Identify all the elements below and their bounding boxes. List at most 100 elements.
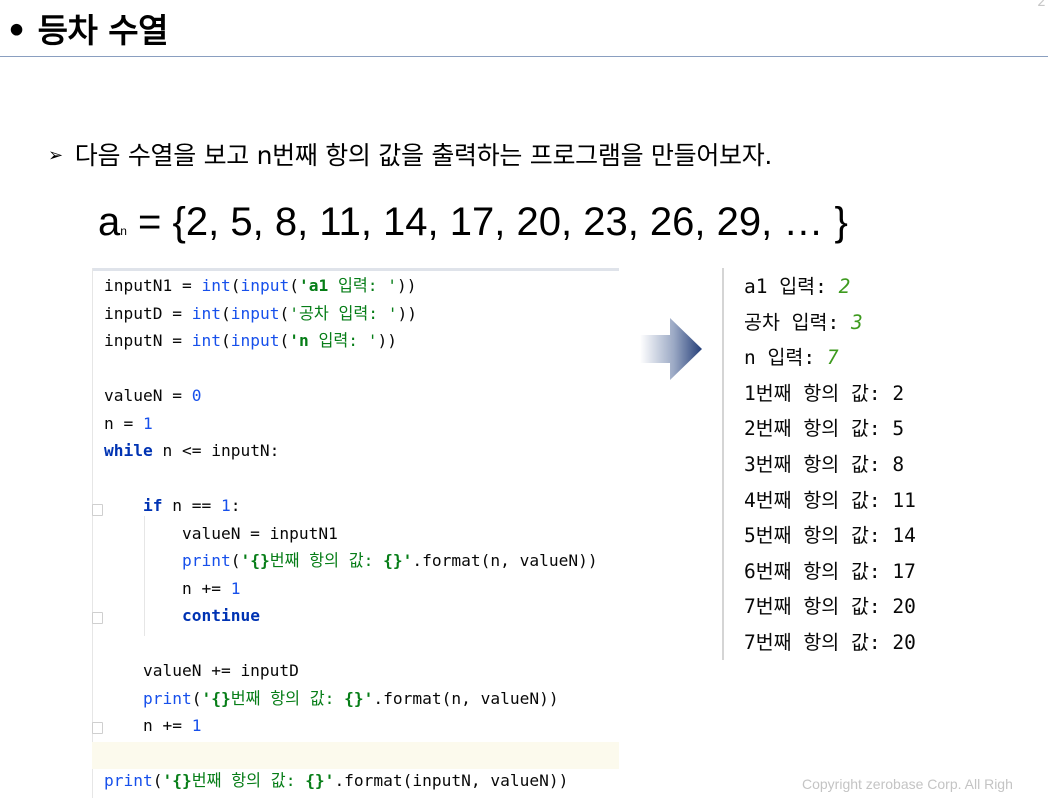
code-token: if (142, 496, 163, 515)
console-line: 공차 입력: 3 (744, 308, 863, 338)
code-token: 0 (191, 386, 202, 405)
code-line: n += 1 (104, 714, 202, 738)
code-token: valueN += inputD (104, 661, 299, 680)
code-line: print('{}번째 항의 값: {}'.format(n, valueN)) (104, 549, 598, 573)
code-token: )) (397, 303, 418, 323)
formula-base: a (98, 200, 121, 244)
code-token: .format(n, valueN)) (373, 688, 559, 708)
code-token: )) (377, 331, 397, 350)
code-line: inputN1 = int(input('a1 입력: ')) (104, 274, 416, 298)
code-token: 1 (220, 496, 231, 515)
code-token: input (230, 331, 280, 350)
fold-marker-icon[interactable] (92, 722, 103, 734)
code-line: while n <= inputN: (104, 439, 279, 463)
code-token: inputN = (104, 331, 192, 350)
code-token: 번째 항의 값: (191, 771, 306, 790)
title-divider (0, 56, 1048, 57)
code-token: while (104, 441, 153, 460)
console-prompt: 6번째 항의 값: 17 (744, 559, 916, 583)
console-prompt: 5번째 항의 값: 14 (744, 524, 916, 548)
right-arrow-icon (640, 318, 702, 380)
code-token: ( (230, 551, 241, 570)
console-line: 6번째 항의 값: 17 (744, 557, 916, 587)
console-prompt: 1번째 항의 값: 2 (744, 381, 905, 405)
console-prompt: a1 입력: (744, 275, 839, 298)
copyright-text: Copyright zerobase Corp. All Righ (802, 776, 1013, 792)
code-token: input (240, 276, 290, 295)
code-line: print('{}번째 항의 값: {}'.format(inputN, val… (104, 769, 568, 793)
code-token: ( (279, 303, 290, 323)
code-token: valueN = (104, 386, 192, 405)
code-token: print (181, 551, 231, 570)
console-prompt: 4번째 항의 값: 11 (744, 488, 916, 512)
code-line: n = 1 (104, 412, 153, 436)
code-token: ( (220, 303, 231, 323)
editor-top-border (92, 268, 619, 271)
console-line: 2번째 항의 값: 5 (744, 414, 904, 444)
fold-marker-icon[interactable] (92, 612, 103, 624)
code-line: continue (104, 604, 260, 628)
code-token: ( (289, 276, 299, 295)
code-token: n += (104, 716, 192, 735)
console-line: a1 입력: 2 (744, 272, 850, 302)
code-token: )) (396, 276, 417, 295)
code-token: input (230, 303, 280, 323)
code-token: 'n (289, 331, 309, 350)
code-editor[interactable]: inputN1 = int(input('a1 입력: ')) inputD = … (92, 268, 619, 798)
code-line: n += 1 (104, 577, 241, 601)
console-line: 4번째 항의 값: 11 (744, 486, 916, 516)
code-token: valueN = inputN1 (104, 523, 338, 543)
bullet-instruction: ➢ 다음 수열을 보고 n번째 항의 값을 출력하는 프로그램을 만들어보자. (48, 136, 772, 172)
code-token: int (191, 303, 221, 323)
code-token: n += (104, 578, 231, 598)
code-line: inputN = int(input('n 입력: ')) (104, 329, 397, 353)
slide-title: • 등차 수열 (6, 11, 169, 50)
code-token: '공차 입력: ' (289, 303, 398, 323)
caret-line (92, 741, 619, 769)
code-token: print (142, 688, 192, 708)
code-token: inputN1 = (104, 276, 202, 295)
code-token: {}' (383, 551, 413, 570)
console-line: 1번째 항의 값: 2 (744, 379, 904, 409)
page-corner-mark: 2 (1037, 0, 1046, 10)
code-line: valueN += inputD (104, 659, 299, 683)
code-token: continue (181, 606, 260, 625)
code-token: ( (191, 688, 202, 708)
code-token: inputD = (104, 303, 192, 323)
code-token: 입력: ' (328, 276, 397, 295)
code-line: valueN = 0 (104, 384, 201, 408)
code-token: .format(inputN, valueN)) (334, 771, 569, 790)
console-line: n 입력: 7 (744, 343, 839, 373)
code-line: print('{}번째 항의 값: {}'.format(n, valueN)) (104, 687, 559, 711)
console-prompt: n 입력: (744, 346, 827, 370)
code-token: 번째 항의 값: (230, 688, 345, 708)
code-token: '{} (201, 688, 231, 708)
code-token: 번째 항의 값: (269, 551, 384, 570)
code-token: '{} (240, 551, 270, 570)
code-token: ( (230, 276, 241, 295)
code-token: print (104, 771, 153, 790)
code-token: n <= inputN: (152, 441, 280, 460)
console-prompt: 2번째 항의 값: 5 (744, 417, 905, 441)
code-token: : (230, 496, 241, 515)
console-prompt: 7번째 항의 값: 20 (744, 595, 916, 619)
console-line: 7번째 항의 값: 20 (744, 628, 916, 658)
code-token: 1 (230, 578, 241, 598)
code-token: n == (162, 496, 221, 515)
console-prompt: 공차 입력: (744, 310, 851, 334)
code-token: int (201, 276, 231, 295)
code-token: '{} (162, 771, 192, 790)
code-line: valueN = inputN1 (104, 522, 338, 546)
console-output: a1 입력: 2 공차 입력: 3 n 입력: 7 1번째 항의 값: 2 2번째 항의… (722, 268, 1034, 660)
fold-marker-icon[interactable] (92, 504, 103, 516)
code-token: .format(n, valueN)) (412, 551, 598, 570)
console-line: 3번째 항의 값: 8 (744, 450, 904, 480)
code-token: {}' (344, 688, 374, 708)
code-token: n = (104, 413, 143, 433)
code-token: ( (279, 331, 290, 350)
code-token: ( (220, 331, 231, 350)
